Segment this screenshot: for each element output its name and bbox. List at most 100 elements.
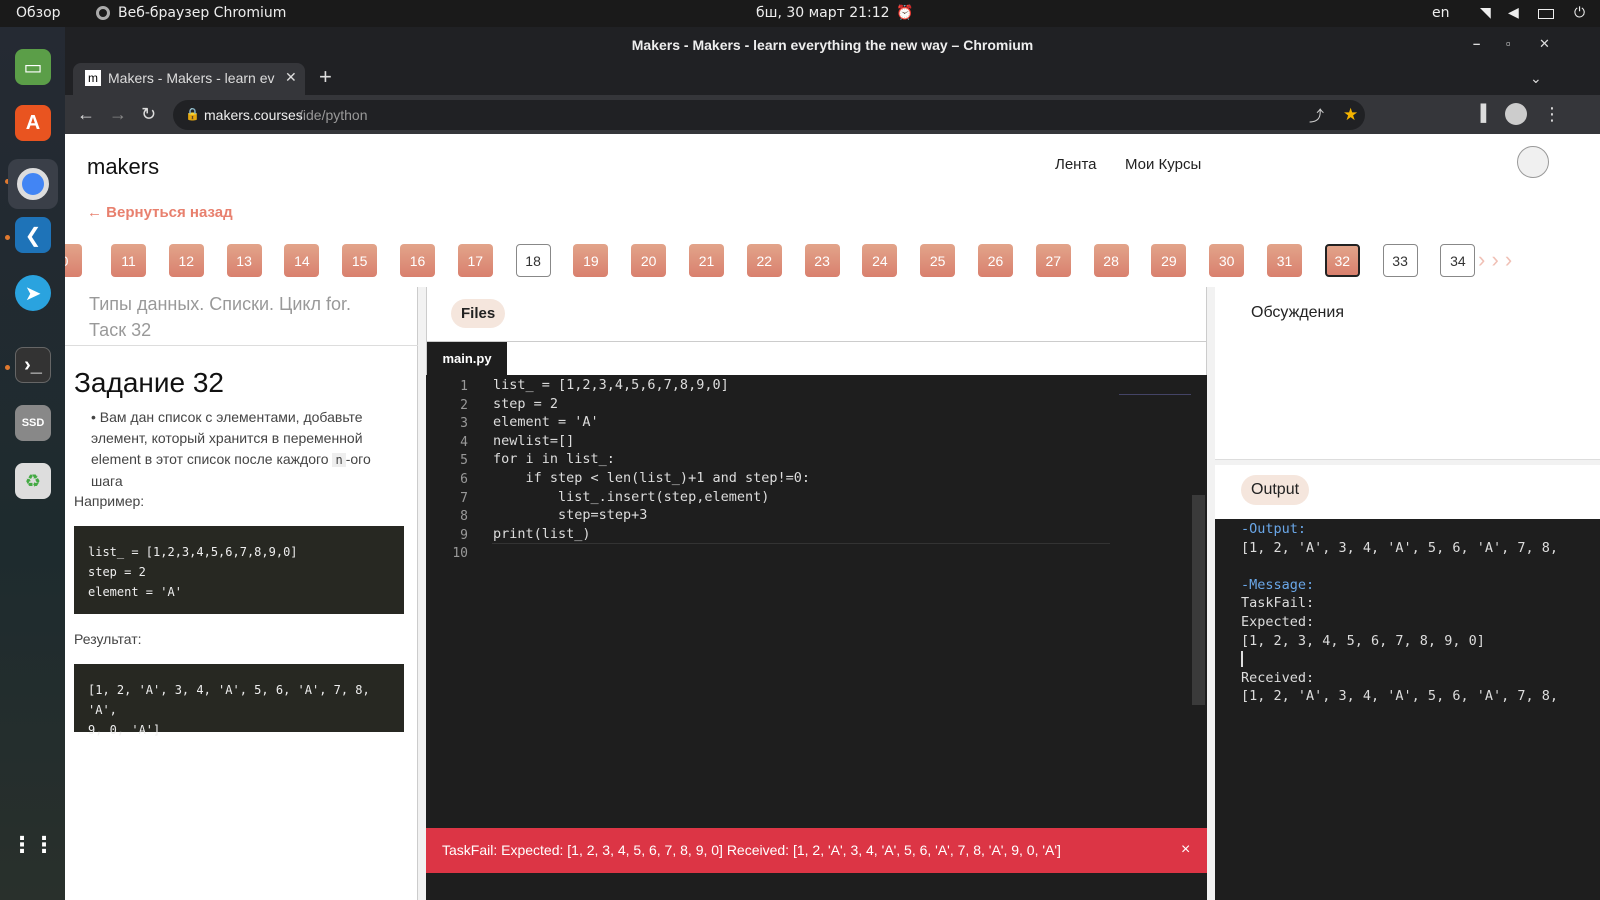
code-line: if step < len(list_)+1 and step!=0: bbox=[493, 470, 810, 486]
chromium-dock-icon[interactable] bbox=[8, 159, 58, 209]
task-pill-16[interactable]: 16 bbox=[400, 244, 435, 277]
task-pill-30[interactable]: 30 bbox=[1209, 244, 1245, 277]
error-alert: TaskFail: Expected: [1, 2, 3, 4, 5, 6, 7… bbox=[426, 828, 1207, 873]
maximize-icon[interactable]: ▫ bbox=[1506, 34, 1511, 54]
battery-icon[interactable] bbox=[1538, 9, 1554, 19]
clock[interactable]: бш, 30 март 21:12 bbox=[756, 5, 890, 21]
task-pill-21[interactable]: 21 bbox=[689, 244, 724, 277]
volume-icon[interactable]: ◀ bbox=[1508, 5, 1519, 21]
app-grid-icon[interactable]: ⋮⋮ bbox=[11, 827, 55, 863]
task-pill-33[interactable]: 33 bbox=[1382, 244, 1418, 277]
chevron-right-icons[interactable]: › › › bbox=[1478, 247, 1512, 273]
code-line: [1, 2, 'A', 3, 4, 'A', 5, 6, 'A', 7, 8, … bbox=[88, 683, 370, 717]
close-alert-icon[interactable]: × bbox=[1181, 841, 1190, 859]
task-pill-19[interactable]: 19 bbox=[573, 244, 609, 277]
code-editor[interactable]: 1 list_ = [1,2,3,4,5,6,7,8,9,0] 2 step = 2 3… bbox=[426, 375, 1207, 900]
output-button[interactable]: Output bbox=[1241, 475, 1310, 505]
alarm-icon: ⏰ bbox=[896, 5, 914, 21]
files-icon[interactable]: ▭ bbox=[15, 49, 51, 85]
output-line: TaskFail: bbox=[1241, 595, 1315, 612]
task-pill-11[interactable]: 11 bbox=[111, 244, 146, 277]
back-icon[interactable]: ← bbox=[77, 104, 95, 124]
trash-icon[interactable]: ♻ bbox=[15, 463, 51, 499]
code-line: newlist=[] bbox=[493, 432, 575, 449]
lock-icon[interactable]: 🔒 bbox=[185, 107, 200, 121]
task-pill-18[interactable]: 18 bbox=[515, 244, 551, 277]
nav-my-courses[interactable]: Мои Курсы bbox=[1125, 156, 1201, 173]
files-button[interactable]: Files bbox=[451, 299, 506, 328]
code-line: print(list_) bbox=[493, 525, 591, 542]
share-icon[interactable]: ⤴ bbox=[1309, 105, 1324, 126]
web-page: makers Лента Мои Курсы ← Вернуться назад… bbox=[65, 134, 1600, 900]
bookmark-star-icon[interactable]: ★ bbox=[1343, 105, 1358, 125]
line-number: 10 bbox=[452, 546, 468, 562]
makers-logo[interactable]: makers bbox=[87, 154, 159, 180]
software-center-icon[interactable]: A bbox=[15, 105, 51, 141]
power-icon[interactable]: ⏻ bbox=[1574, 5, 1585, 21]
task-pill-29[interactable]: 29 bbox=[1151, 244, 1187, 277]
telegram-icon[interactable]: ➤ bbox=[15, 275, 51, 311]
minimize-icon[interactable]: – bbox=[1473, 34, 1480, 54]
favicon-icon: m bbox=[85, 70, 101, 86]
profile-icon[interactable] bbox=[1505, 103, 1527, 125]
task-pill-26[interactable]: 26 bbox=[978, 244, 1013, 277]
back-link[interactable]: ← Вернуться назад bbox=[87, 204, 233, 221]
task-pill-15[interactable]: 15 bbox=[342, 244, 378, 277]
splitter[interactable] bbox=[418, 287, 426, 900]
reload-icon[interactable]: ↻ bbox=[141, 104, 156, 124]
terminal-icon[interactable]: ›_ bbox=[15, 347, 51, 383]
output-line: [1, 2, 'A', 3, 4, 'A', 5, 6, 'A', 7, 8, bbox=[1241, 688, 1558, 705]
code-line: list_.insert(step,element) bbox=[493, 488, 770, 505]
active-app-label[interactable]: Веб-браузер Chromium bbox=[118, 5, 286, 21]
disk-icon[interactable]: SSD bbox=[15, 405, 51, 441]
right-panel: Обсуждения Output -Output: [1, 2, 'A', 3,… bbox=[1215, 287, 1600, 900]
task-pill-25[interactable]: 25 bbox=[920, 244, 956, 277]
url-field[interactable]: 🔒 makers.courses /ide/python ★ ⤴ bbox=[173, 100, 1365, 130]
task-pill-23[interactable]: 23 bbox=[804, 244, 840, 277]
language-indicator[interactable]: en bbox=[1432, 5, 1450, 21]
file-tabs: main.py bbox=[426, 341, 1207, 376]
close-tab-icon[interactable]: ✕ bbox=[285, 69, 297, 86]
splitter[interactable] bbox=[1207, 287, 1215, 900]
example-label: Например: bbox=[74, 493, 145, 509]
nav-feed[interactable]: Лента bbox=[1055, 156, 1097, 173]
task-pill-0[interactable]: 0 bbox=[65, 244, 82, 277]
vscode-icon[interactable]: ❮ bbox=[15, 217, 51, 253]
minimap[interactable] bbox=[1119, 377, 1191, 395]
task-pill-17[interactable]: 17 bbox=[457, 244, 493, 277]
tab-main-py[interactable]: main.py bbox=[427, 342, 507, 376]
output-console[interactable]: -Output: [1, 2, 'A', 3, 4, 'A', 5, 6, 'A'… bbox=[1215, 519, 1600, 900]
task-pill-27[interactable]: 27 bbox=[1035, 244, 1071, 277]
tab-strip: m Makers - Makers - learn ev ✕ + ⌄ bbox=[65, 61, 1600, 95]
wifi-icon[interactable]: ◥ bbox=[1480, 5, 1491, 21]
task-pill-22[interactable]: 22 bbox=[746, 244, 782, 277]
task-pill-14[interactable]: 14 bbox=[284, 244, 320, 277]
forward-icon[interactable]: → bbox=[109, 104, 127, 124]
splitter[interactable] bbox=[1215, 459, 1600, 465]
avatar[interactable] bbox=[1517, 146, 1549, 178]
menu-icon[interactable]: ⋮ bbox=[1543, 104, 1561, 124]
task-pill-32[interactable]: 32 bbox=[1324, 244, 1360, 277]
dock: ▭ A ❮ ➤ ›_ SSD ♻ ⋮⋮ bbox=[0, 27, 65, 900]
close-window-icon[interactable]: ✕ bbox=[1539, 34, 1550, 54]
task-pill-12[interactable]: 12 bbox=[168, 244, 204, 277]
result-label: Результат: bbox=[74, 631, 142, 647]
task-pill-34[interactable]: 34 bbox=[1440, 244, 1476, 277]
result-code-block: [1, 2, 'A', 3, 4, 'A', 5, 6, 'A', 7, 8, … bbox=[74, 664, 404, 737]
new-tab-icon[interactable]: + bbox=[319, 66, 332, 88]
side-panel-icon[interactable]: ▐ bbox=[1475, 104, 1486, 124]
task-pill-24[interactable]: 24 bbox=[862, 244, 898, 277]
overview-button[interactable]: Обзор bbox=[16, 5, 61, 21]
output-line: [1, 2, 'A', 3, 4, 'A', 5, 6, 'A', 7, 8, bbox=[1241, 539, 1558, 556]
task-pill-13[interactable]: 13 bbox=[226, 244, 262, 277]
scrollbar[interactable] bbox=[1192, 495, 1205, 705]
code-line: step = 2 bbox=[493, 395, 559, 412]
line-number: 2 bbox=[460, 397, 468, 413]
output-line: -Output: bbox=[1241, 521, 1307, 537]
task-pill-28[interactable]: 28 bbox=[1093, 244, 1129, 277]
tab-makers[interactable]: m Makers - Makers - learn ev ✕ bbox=[73, 63, 305, 95]
task-pill-20[interactable]: 20 bbox=[631, 244, 667, 277]
line-number: 4 bbox=[460, 434, 468, 450]
tab-search-icon[interactable]: ⌄ bbox=[1530, 68, 1542, 88]
task-pill-31[interactable]: 31 bbox=[1267, 244, 1302, 277]
